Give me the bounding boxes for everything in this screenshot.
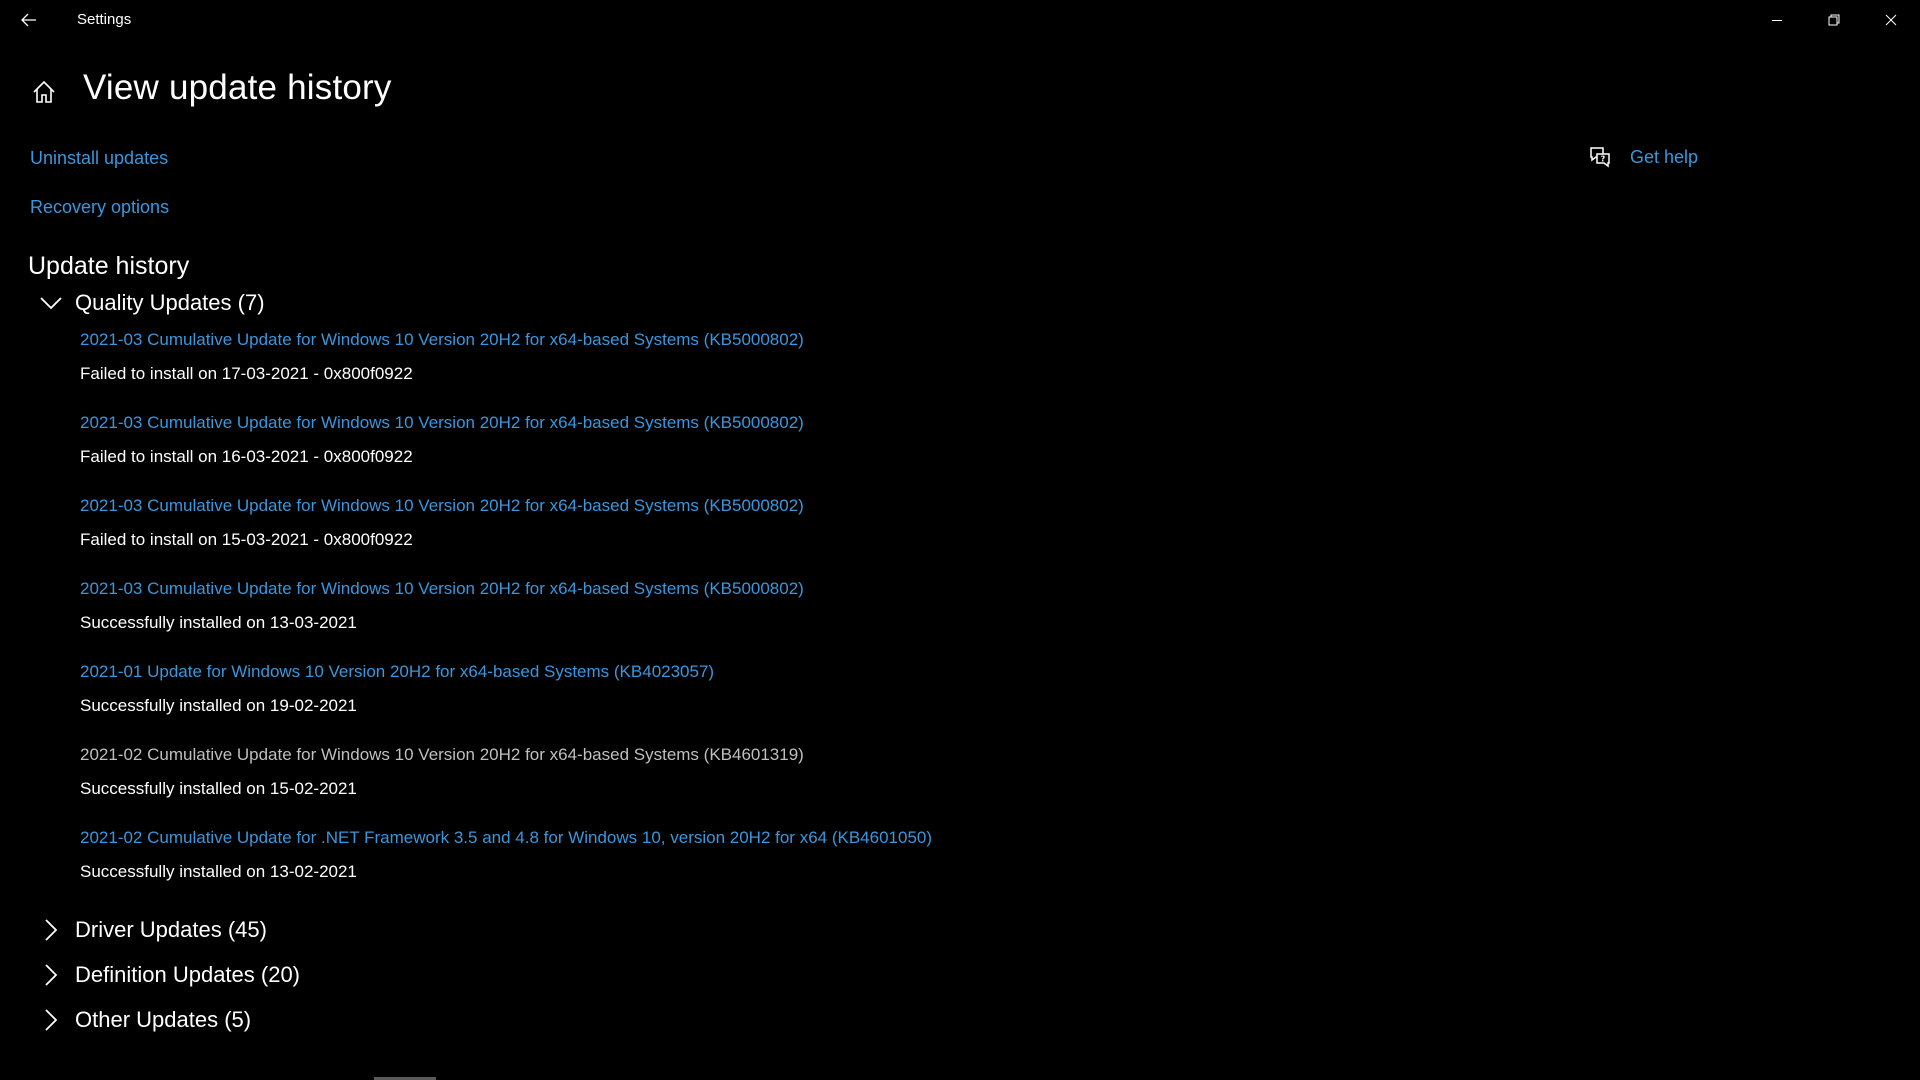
get-help-label: Get help xyxy=(1630,146,1699,167)
update-status: Successfully installed on 19-02-2021 xyxy=(80,696,357,715)
app-title: Settings xyxy=(77,11,132,28)
chat-help-icon: ? xyxy=(1590,147,1610,168)
definition-updates-group[interactable]: Definition Updates (20) xyxy=(38,962,300,988)
update-title-link[interactable]: 2021-03 Cumulative Update for Windows 10… xyxy=(80,577,804,601)
definition-updates-label: Definition Updates (20) xyxy=(75,962,301,987)
list-item: 2021-01 Update for Windows 10 Version 20… xyxy=(80,660,1280,743)
chevron-right-icon xyxy=(45,1009,58,1031)
list-item: 2021-02 Cumulative Update for .NET Frame… xyxy=(80,826,1280,909)
svg-text:?: ? xyxy=(1601,155,1606,164)
list-item: 2021-02 Cumulative Update for Windows 10… xyxy=(80,743,1280,826)
update-title-link[interactable]: 2021-03 Cumulative Update for Windows 10… xyxy=(80,411,804,435)
chevron-down-icon xyxy=(40,297,62,310)
list-item: 2021-03 Cumulative Update for Windows 10… xyxy=(80,411,1280,494)
chevron-right-icon xyxy=(45,964,58,986)
quality-updates-list: 2021-03 Cumulative Update for Windows 10… xyxy=(80,328,1280,909)
restore-button[interactable] xyxy=(1806,0,1862,40)
get-help-link[interactable]: ? Get help xyxy=(1588,145,1698,169)
minimize-icon xyxy=(1772,20,1782,21)
quality-updates-label: Quality Updates (7) xyxy=(75,290,265,315)
other-updates-group[interactable]: Other Updates (5) xyxy=(38,1007,251,1033)
title-bar: Settings xyxy=(0,0,1920,40)
update-title-link[interactable]: 2021-03 Cumulative Update for Windows 10… xyxy=(80,494,804,518)
update-title-text: 2021-02 Cumulative Update for Windows 10… xyxy=(80,745,804,764)
quality-updates-group[interactable]: Quality Updates (7) xyxy=(38,290,265,316)
chevron-right-icon xyxy=(45,919,58,941)
list-item: 2021-03 Cumulative Update for Windows 10… xyxy=(80,494,1280,577)
driver-updates-label: Driver Updates (45) xyxy=(75,917,267,942)
page-title: View update history xyxy=(83,68,392,107)
update-status: Failed to install on 15-03-2021 - 0x800f… xyxy=(80,530,413,549)
minimize-button[interactable] xyxy=(1749,0,1805,40)
driver-updates-group[interactable]: Driver Updates (45) xyxy=(38,917,267,943)
list-item: 2021-03 Cumulative Update for Windows 10… xyxy=(80,328,1280,411)
update-status: Successfully installed on 13-03-2021 xyxy=(80,613,357,632)
update-status: Successfully installed on 13-02-2021 xyxy=(80,862,357,881)
back-button[interactable] xyxy=(8,2,50,38)
restore-icon xyxy=(1828,14,1840,26)
back-arrow-icon xyxy=(21,13,36,27)
update-status: Failed to install on 16-03-2021 - 0x800f… xyxy=(80,447,413,466)
home-button[interactable] xyxy=(30,78,58,106)
update-title-link[interactable]: 2021-01 Update for Windows 10 Version 20… xyxy=(80,660,714,684)
recovery-options-link[interactable]: Recovery options xyxy=(30,197,169,218)
settings-window: Settings View update history Uninstall u… xyxy=(0,0,1920,1080)
home-icon xyxy=(33,80,55,103)
update-status: Failed to install on 17-03-2021 - 0x800f… xyxy=(80,364,413,383)
close-icon xyxy=(1885,14,1897,26)
other-updates-label: Other Updates (5) xyxy=(75,1007,252,1032)
update-title-link[interactable]: 2021-02 Cumulative Update for .NET Frame… xyxy=(80,826,932,850)
update-history-heading: Update history xyxy=(28,252,190,280)
list-item: 2021-03 Cumulative Update for Windows 10… xyxy=(80,577,1280,660)
uninstall-updates-link[interactable]: Uninstall updates xyxy=(30,148,168,169)
close-button[interactable] xyxy=(1863,0,1919,40)
update-title-link[interactable]: 2021-03 Cumulative Update for Windows 10… xyxy=(80,328,804,352)
update-status: Successfully installed on 15-02-2021 xyxy=(80,779,357,798)
